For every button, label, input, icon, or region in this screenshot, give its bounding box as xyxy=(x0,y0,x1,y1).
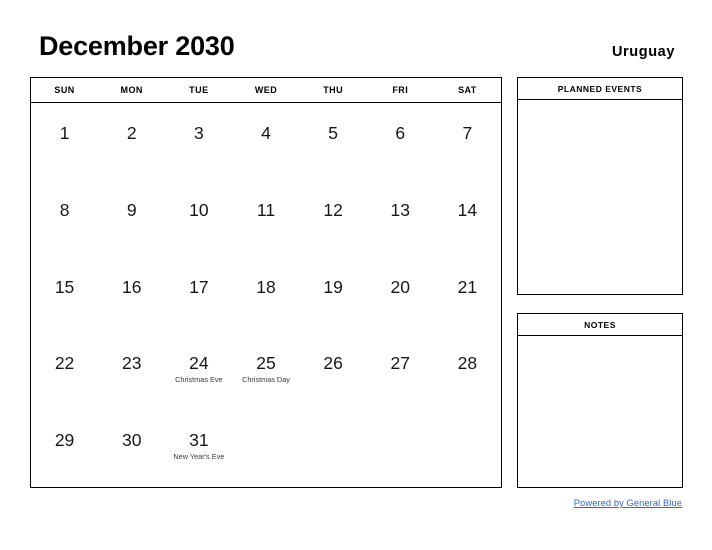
calendar-day-cell[interactable]: 3 xyxy=(165,103,232,180)
calendar-day-cell[interactable]: 29 xyxy=(31,410,98,487)
calendar-day-cell[interactable]: 28 xyxy=(434,333,501,410)
notes-title: NOTES xyxy=(518,314,682,336)
weekday-header-sun: SUN xyxy=(54,85,75,95)
day-number: 5 xyxy=(328,123,338,143)
day-number: 30 xyxy=(121,430,142,451)
day-number: 11 xyxy=(256,199,276,220)
calendar-day-cell[interactable]: 21 xyxy=(434,257,501,334)
day-number: 12 xyxy=(323,199,343,220)
notes-body[interactable] xyxy=(518,336,682,487)
calendar-day-cell[interactable]: 9 xyxy=(98,180,165,257)
day-number: 4 xyxy=(261,123,271,143)
calendar-day-cell-empty xyxy=(232,410,299,487)
day-number: 18 xyxy=(256,276,276,297)
day-number: 17 xyxy=(189,276,209,297)
day-number: 23 xyxy=(121,353,142,374)
day-number: 29 xyxy=(54,430,75,451)
calendar-day-cell[interactable]: 24 Christmas Eve xyxy=(165,333,232,410)
calendar-day-cell[interactable]: 5 xyxy=(300,103,367,180)
calendar-day-cell[interactable]: 13 xyxy=(367,180,434,257)
calendar-day-cell[interactable]: 15 xyxy=(31,257,98,334)
page-title: December 2030 xyxy=(39,31,235,61)
calendar-day-cell[interactable]: 27 xyxy=(367,333,434,410)
calendar-day-cell[interactable]: 8 xyxy=(31,180,98,257)
calendar-weeks: 1 2 3 4 5 6 7 8 9 10 11 12 13 14 15 16 17 18 19 20 21 22 23 24 C… xyxy=(31,103,501,487)
calendar-day-cell[interactable]: 26 xyxy=(300,333,367,410)
calendar-day-cell[interactable]: 4 xyxy=(232,103,299,180)
day-number: 16 xyxy=(121,276,142,297)
calendar-day-cell[interactable]: 1 xyxy=(31,103,98,180)
calendar-day-cell[interactable]: 25 Christmas Day xyxy=(232,333,299,410)
weekday-header-row: SUN MON TUE WED THU FRI SAT xyxy=(31,78,501,103)
day-number: 22 xyxy=(54,353,75,374)
day-number: 3 xyxy=(193,123,204,143)
day-number: 25 xyxy=(256,353,276,374)
planned-events-title: PLANNED EVENTS xyxy=(518,78,682,100)
calendar-day-cell[interactable]: 20 xyxy=(367,257,434,334)
powered-by-link[interactable]: Powered by General Blue xyxy=(574,498,682,508)
day-number: 9 xyxy=(126,199,137,220)
calendar-day-cell[interactable]: 18 xyxy=(232,257,299,334)
day-event-label: New Year's Eve xyxy=(173,452,225,462)
calendar-day-cell[interactable]: 30 xyxy=(98,410,165,487)
day-number: 7 xyxy=(462,123,473,143)
calendar-week-row: 22 23 24 Christmas Eve 25 Christmas Day 26 27 28 xyxy=(31,333,501,410)
day-number: 21 xyxy=(457,276,478,297)
day-number: 6 xyxy=(395,123,406,143)
weekday-header-tue: TUE xyxy=(189,85,209,95)
calendar-day-cell[interactable]: 17 xyxy=(165,257,232,334)
calendar-day-cell[interactable]: 2 xyxy=(98,103,165,180)
day-number: 19 xyxy=(323,276,343,297)
day-number: 10 xyxy=(189,199,209,220)
day-number: 31 xyxy=(189,430,209,451)
day-event-label: Christmas Eve xyxy=(175,375,223,385)
day-number: 26 xyxy=(323,353,343,374)
day-number: 28 xyxy=(457,353,478,374)
calendar-day-cell[interactable]: 10 xyxy=(165,180,232,257)
planned-events-panel: PLANNED EVENTS xyxy=(517,77,683,295)
page-header: December 2030 Uruguay xyxy=(0,0,712,72)
weekday-header-wed: WED xyxy=(254,85,278,95)
calendar-day-cell[interactable]: 16 xyxy=(98,257,165,334)
country-label: Uruguay xyxy=(611,44,675,60)
calendar-week-row: 29 30 31 New Year's Eve xyxy=(31,410,501,487)
calendar-day-cell[interactable]: 6 xyxy=(367,103,434,180)
calendar-day-cell-empty xyxy=(434,410,501,487)
weekday-header-fri: FRI xyxy=(392,85,409,95)
calendar-day-cell[interactable]: 31 New Year's Eve xyxy=(165,410,232,487)
day-number: 8 xyxy=(59,199,70,220)
calendar-day-cell[interactable]: 7 xyxy=(434,103,501,180)
calendar-grid: SUN MON TUE WED THU FRI SAT 1 2 3 4 5 6 7 8 9 10 11 12 13 1… xyxy=(30,77,502,488)
calendar-week-row: 1 2 3 4 5 6 7 xyxy=(31,103,501,180)
day-number: 24 xyxy=(189,353,209,374)
day-number: 14 xyxy=(457,199,478,220)
day-number: 1 xyxy=(59,123,70,143)
notes-panel: NOTES xyxy=(517,313,683,488)
day-number: 20 xyxy=(390,276,410,297)
calendar-week-row: 8 9 10 11 12 13 14 xyxy=(31,180,501,257)
weekday-header-sat: SAT xyxy=(458,85,477,95)
calendar-day-cell-empty xyxy=(367,410,434,487)
day-number: 27 xyxy=(390,353,410,374)
calendar-day-cell-empty xyxy=(300,410,367,487)
calendar-day-cell[interactable]: 14 xyxy=(434,180,501,257)
calendar-day-cell[interactable]: 19 xyxy=(300,257,367,334)
day-number: 15 xyxy=(54,276,75,297)
calendar-day-cell[interactable]: 23 xyxy=(98,333,165,410)
day-event-label: Christmas Day xyxy=(242,375,290,385)
calendar-day-cell[interactable]: 12 xyxy=(300,180,367,257)
calendar-week-row: 15 16 17 18 19 20 21 xyxy=(31,257,501,334)
planned-events-body[interactable] xyxy=(518,100,682,294)
day-number: 13 xyxy=(390,199,410,220)
weekday-header-thu: THU xyxy=(323,85,344,95)
calendar-day-cell[interactable]: 11 xyxy=(232,180,299,257)
day-number: 2 xyxy=(126,123,137,143)
calendar-day-cell[interactable]: 22 xyxy=(31,333,98,410)
weekday-header-mon: MON xyxy=(120,85,143,95)
